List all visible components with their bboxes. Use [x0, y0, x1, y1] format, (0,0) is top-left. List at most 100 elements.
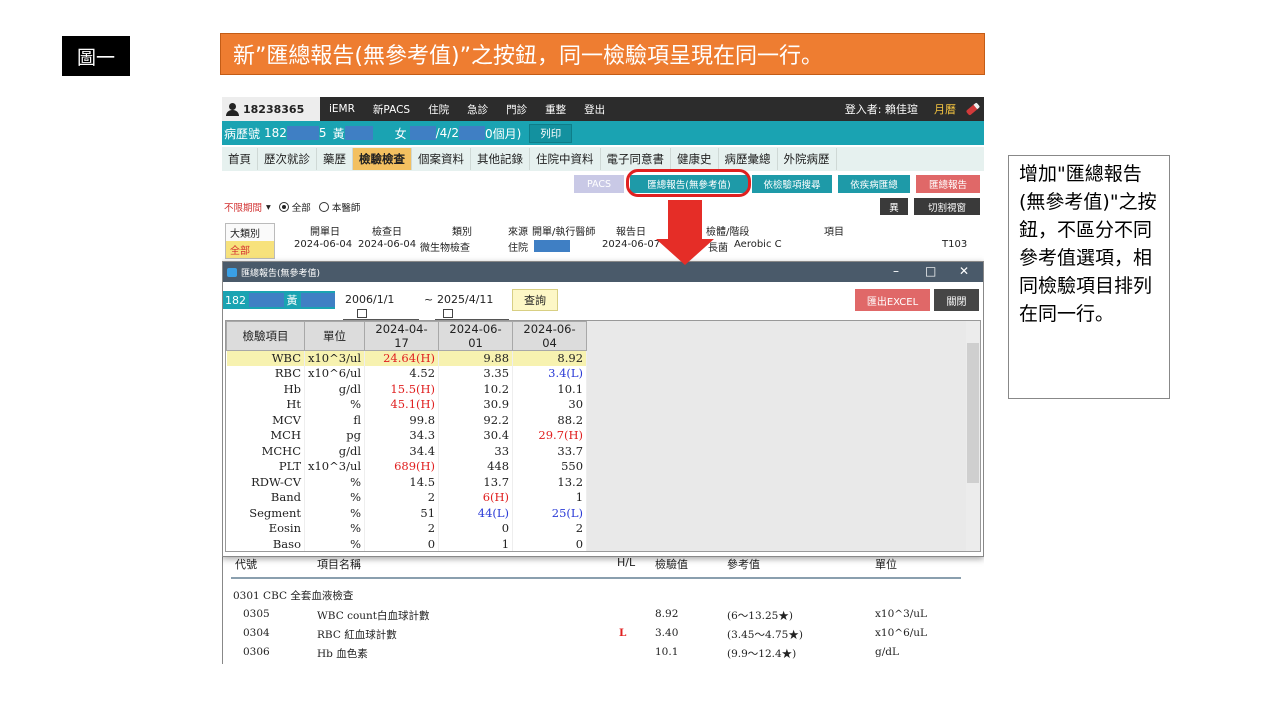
calendar-link[interactable]: 月曆: [928, 97, 962, 121]
chart-number-suffix: 5: [318, 126, 327, 140]
col-date-2[interactable]: 2024-06-01: [438, 321, 514, 351]
date-from-input[interactable]: 2006/1/1: [343, 293, 419, 320]
table-row[interactable]: Band% 2 6(H) 1: [226, 490, 588, 506]
table-row[interactable]: Ht% 45.1(H) 30.9 30: [226, 397, 588, 413]
test-unit: %: [304, 521, 366, 537]
test-value: 4.52: [364, 366, 440, 382]
test-unit: g/dl: [304, 443, 366, 459]
test-unit: %: [304, 505, 366, 521]
tab-external-records[interactable]: 外院病歷: [778, 148, 837, 170]
radio-all[interactable]: [278, 202, 289, 212]
report-divider: [231, 577, 961, 579]
calendar-icon[interactable]: [443, 308, 453, 318]
maximize-icon[interactable]: □: [925, 264, 936, 278]
abnormal-button[interactable]: 異: [880, 198, 908, 215]
chart-number-prefix: 182: [264, 126, 287, 140]
menu-outpatient[interactable]: 門診: [497, 102, 536, 117]
close-icon[interactable]: ✕: [959, 264, 969, 278]
radio-this-doctor[interactable]: [318, 202, 329, 212]
summary-table: 檢驗項目 單位 2024-04-17 2024-06-01 2024-06-04…: [226, 321, 588, 551]
table-row[interactable]: MCV fl 99.8 92.2 88.2: [226, 412, 588, 428]
tab-e-consent[interactable]: 電子同意書: [601, 148, 671, 170]
col-order-date: 開單日: [310, 227, 340, 238]
test-item-name: RBC: [226, 366, 305, 382]
report-ref: (6～13.25★): [727, 610, 793, 622]
table-row[interactable]: MCHC g/dl 34.4 33 33.7: [226, 443, 588, 459]
report-name: Hb 血色素: [317, 648, 368, 660]
top-menu-bar: 18238365 iEMR 新PACS 住院 急診 門診 重整 登出 登入者: …: [222, 97, 984, 121]
test-item-name: Band: [226, 490, 305, 506]
scrollbar-thumb[interactable]: [967, 343, 979, 483]
table-row[interactable]: Eosin% 2 0 2: [226, 521, 588, 537]
vertical-scrollbar[interactable]: [966, 321, 980, 551]
test-item-name: Ht: [226, 397, 305, 413]
report-line: 0304 RBC 紅血球計數 L 3.40 (3.45～4.75★) x10^6…: [223, 627, 963, 645]
tab-other-records[interactable]: 其他記錄: [471, 148, 530, 170]
summary-by-disease-button[interactable]: 依疾病匯總: [838, 175, 910, 193]
pacs-button[interactable]: PACS: [574, 175, 624, 193]
col-date-3[interactable]: 2024-06-04: [512, 321, 588, 351]
callout-note: 增加"匯總報告(無參考值)"之按鈕，不區分不同參考值選項，相同檢驗項目排列在同一…: [1008, 155, 1170, 399]
tab-visit-history[interactable]: 歷次就診: [258, 148, 317, 170]
report-header: 代號 項目名稱 H/L 檢驗值 參考值 單位: [223, 556, 963, 574]
col-date-1[interactable]: 2024-04-17: [364, 321, 440, 351]
date-to-input[interactable]: 2025/4/11: [435, 293, 509, 320]
split-view-button[interactable]: 切割視窗: [914, 198, 980, 215]
report-col-hl: H/L: [617, 556, 636, 569]
table-row[interactable]: WBC x10^3/ul 24.64(H) 9.88 8.92: [226, 350, 588, 366]
tab-lab-exam[interactable]: 檢驗檢查: [353, 148, 412, 170]
menu-new-pacs[interactable]: 新PACS: [364, 102, 419, 117]
test-unit: %: [304, 490, 366, 506]
tab-inpatient-data[interactable]: 住院中資料: [530, 148, 601, 170]
test-item-name: RDW-CV: [226, 474, 305, 490]
report-code: 0305: [243, 608, 270, 620]
menu-logout[interactable]: 登出: [575, 102, 614, 117]
tab-medication[interactable]: 藥歷: [317, 148, 353, 170]
redaction-mask: [300, 293, 335, 307]
tab-health-history[interactable]: 健康史: [671, 148, 719, 170]
test-value: 9.88: [438, 350, 514, 366]
table-row[interactable]: RBC x10^6/ul 4.52 3.35 3.4(L): [226, 366, 588, 382]
menu-iemr[interactable]: iEMR: [320, 103, 364, 115]
test-value: 92.2: [438, 412, 514, 428]
tab-home[interactable]: 首頁: [222, 148, 258, 170]
table-row[interactable]: Segment% 51 44(L) 25(L): [226, 505, 588, 521]
report-line: 0305 WBC count白血球計數 8.92 (6～13.25★) x10^…: [223, 608, 963, 626]
test-value: 24.64(H): [364, 350, 440, 366]
col-unit[interactable]: 單位: [303, 321, 366, 351]
eraser-button[interactable]: [962, 97, 984, 121]
table-row[interactable]: Baso% 0 1 0: [226, 536, 588, 551]
test-value: 34.3: [364, 428, 440, 444]
menu-inpatient[interactable]: 住院: [419, 102, 458, 117]
tab-record-summary[interactable]: 病歷彙總: [719, 148, 778, 170]
menu-emergency[interactable]: 急診: [458, 102, 497, 117]
col-type: 類別: [452, 227, 472, 238]
test-unit: %: [304, 536, 366, 551]
calendar-icon[interactable]: [357, 308, 367, 318]
category-all[interactable]: 全部: [226, 241, 274, 258]
table-row[interactable]: MCH pg 34.3 30.4 29.7(H): [226, 428, 588, 444]
report-group-title: 0301 CBC 全套血液檢查: [233, 590, 354, 602]
redaction-mask: [249, 293, 284, 307]
test-unit: g/dl: [304, 381, 366, 397]
table-row[interactable]: PLT x10^3/ul 689(H) 448 550: [226, 459, 588, 475]
test-value: 33.7: [512, 443, 588, 459]
red-arrow-icon: [656, 239, 714, 265]
period-select[interactable]: 不限期間: [224, 200, 262, 214]
col-item: 項目: [824, 227, 844, 238]
test-value: 2: [364, 490, 440, 506]
tab-case-data[interactable]: 個案資料: [412, 148, 471, 170]
table-row[interactable]: RDW-CV% 14.5 13.7 13.2: [226, 474, 588, 490]
col-test-item[interactable]: 檢驗項目: [226, 321, 305, 351]
menu-refresh[interactable]: 重整: [536, 102, 575, 117]
test-value: 3.35: [438, 366, 514, 382]
close-button[interactable]: 關閉: [934, 289, 979, 311]
summary-report-button[interactable]: 匯總報告: [916, 175, 980, 193]
report-unit: x10^3/uL: [875, 608, 928, 620]
export-excel-button[interactable]: 匯出EXCEL: [855, 289, 930, 311]
print-button[interactable]: 列印: [529, 123, 573, 143]
query-button[interactable]: 查詢: [512, 289, 558, 311]
table-row[interactable]: Hb g/dl 15.5(H) 10.2 10.1: [226, 381, 588, 397]
minimize-icon[interactable]: –: [893, 264, 899, 278]
search-by-item-button[interactable]: 依檢驗項搜尋: [752, 175, 832, 193]
